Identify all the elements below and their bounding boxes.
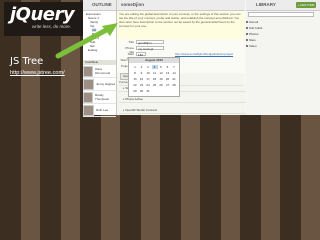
person-thumbnail xyxy=(83,104,94,116)
outline-header-label: OUTLINE xyxy=(92,2,112,7)
calendar-day[interactable]: 26 xyxy=(158,83,164,87)
library-item-label: Utensil xyxy=(249,20,259,24)
person-name: Ruth Lee xyxy=(96,108,109,112)
library-item-label: Sites xyxy=(249,38,256,42)
calendar-day[interactable]: 1 xyxy=(132,65,138,69)
people-list: Dave Drummond Jenny Hughes Randy Thompso… xyxy=(83,65,116,117)
library-item[interactable]: Sub holds xyxy=(246,26,263,30)
calendar-day[interactable]: 30 xyxy=(139,89,145,93)
title-input[interactable]: goodDjinn xyxy=(136,40,164,45)
date-picker[interactable]: August 2010 1 2 3 4 5 6 7 8 9 10 11 12 13 14 15 16 17 18 1… xyxy=(128,57,180,97)
calendar-day[interactable]: 5 xyxy=(158,65,164,69)
calendar-day[interactable]: 27 xyxy=(165,83,171,87)
add-item-button[interactable]: + ADD ITEM xyxy=(296,2,316,8)
phone-input[interactable]: my concept xyxy=(136,46,164,51)
calendar-day[interactable]: 28 xyxy=(171,83,177,87)
calendar-day[interactable]: 7 xyxy=(171,65,177,69)
bullet-icon xyxy=(246,27,248,29)
calendar-day[interactable]: 13 xyxy=(165,71,171,75)
title-label: Title xyxy=(128,40,134,44)
outline-header: OUTLINE xyxy=(83,0,116,11)
bullet-icon xyxy=(246,45,248,47)
calendar-day[interactable]: 21 xyxy=(171,77,177,81)
person-thumbnail xyxy=(83,78,94,90)
center-header: someDjinn xyxy=(117,0,245,11)
calendar-day[interactable]: 23 xyxy=(139,83,145,87)
relation-row[interactable]: ▸ OpenID Studio Connect xyxy=(119,108,247,114)
bullet-icon xyxy=(246,33,248,35)
calendar-day[interactable]: 15 xyxy=(132,77,138,81)
calendar-day[interactable]: 10 xyxy=(145,71,151,75)
library-item-label: Photos xyxy=(249,32,259,36)
list-item[interactable]: Ruth Lee xyxy=(83,104,116,117)
person-name: Jenny Hughes xyxy=(96,82,116,86)
library-item[interactable]: Photos xyxy=(246,32,259,36)
bullet-icon xyxy=(246,39,248,41)
calendar-day[interactable]: 29 xyxy=(132,89,138,93)
list-item[interactable]: Jenny Hughes xyxy=(83,78,116,91)
calendar-day[interactable]: 19 xyxy=(158,77,164,81)
calendar-day[interactable]: 14 xyxy=(171,71,177,75)
calendar-day[interactable]: 31 xyxy=(145,89,151,93)
calendar-day[interactable]: 17 xyxy=(145,77,151,81)
calendar-day[interactable]: 2 xyxy=(139,65,145,69)
slide-url-link[interactable]: http://www.jstree.com/ xyxy=(10,70,65,76)
form-row: Title goodDjinn xyxy=(117,40,245,45)
relation-row[interactable]: ▸ Phone Active xyxy=(119,97,247,103)
calendar-day[interactable]: 8 xyxy=(132,71,138,75)
calendar-day[interactable]: 11 xyxy=(152,71,158,75)
person-thumbnail xyxy=(83,91,93,103)
calendar-day[interactable]: 25 xyxy=(152,83,158,87)
library-item[interactable]: Video xyxy=(246,44,257,48)
center-header-title: someDjinn xyxy=(121,2,145,7)
person-name: Dave Drummond xyxy=(95,67,111,75)
calendar-day[interactable]: 24 xyxy=(145,83,151,87)
notice-box: You are editing the global description o… xyxy=(117,11,245,39)
slot-input[interactable]: 180 xyxy=(136,52,146,57)
library-item-label: Sub holds xyxy=(249,26,263,30)
calendar-month: August 2010 xyxy=(129,58,179,63)
list-item[interactable]: Dave Drummond xyxy=(83,65,116,78)
calendar-day[interactable]: 4 xyxy=(151,65,158,69)
calendar-day[interactable]: 9 xyxy=(139,71,145,75)
calendar-day[interactable]: 18 xyxy=(152,77,158,81)
library-item[interactable]: Sites xyxy=(246,38,256,42)
person-name: Randy Thompson xyxy=(95,93,110,101)
project-link[interactable]: http://www.someDjinn/theapplication/proj… xyxy=(175,52,233,56)
form-row: Phone title my concept xyxy=(117,46,245,54)
calendar-day[interactable]: 6 xyxy=(165,65,171,69)
library-item-label: Video xyxy=(249,44,257,48)
calendar-day[interactable]: 12 xyxy=(158,71,164,75)
person-thumbnail xyxy=(83,65,94,77)
relation-label: Phone Active xyxy=(125,97,143,101)
library-header-label: LIBRARY xyxy=(256,2,276,7)
bullet-icon xyxy=(246,21,248,23)
calendar-day[interactable]: 20 xyxy=(165,77,171,81)
relation-label: OpenID Studio Connect xyxy=(125,108,158,112)
library-search-input[interactable] xyxy=(248,12,314,17)
calendar-day[interactable]: 16 xyxy=(139,77,145,81)
callout-arrow-icon xyxy=(55,23,118,59)
list-item[interactable]: Randy Thompson xyxy=(83,91,116,104)
calendar-day[interactable]: 3 xyxy=(145,65,151,69)
slide-title: JS Tree xyxy=(10,56,44,67)
library-item[interactable]: Utensil xyxy=(246,20,259,24)
calendar-day[interactable]: 22 xyxy=(132,83,138,87)
